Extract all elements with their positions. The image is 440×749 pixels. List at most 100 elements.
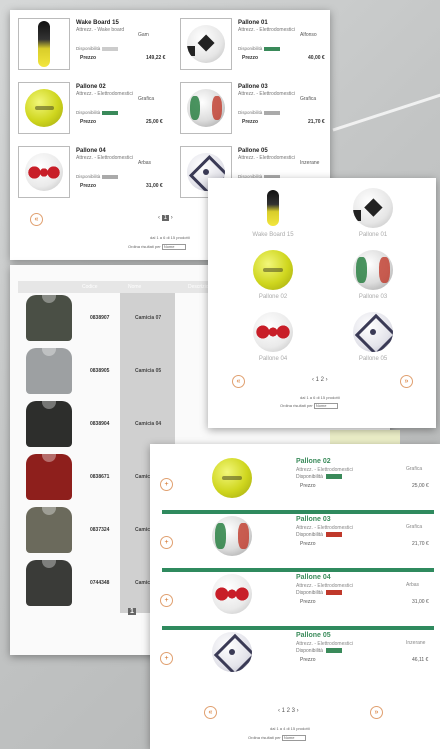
product-name[interactable]: Pallone 03 (238, 84, 268, 90)
product-name[interactable]: Pallone 02 (296, 458, 331, 465)
product-card[interactable]: Pallone 04 Attrezz. - Elettrodomestici Arb… (18, 146, 168, 200)
grid-item-label[interactable]: Pallone 05 (328, 356, 418, 362)
grid-item-image[interactable] (353, 250, 393, 290)
product-brand: Inzerane (406, 640, 426, 646)
product-name[interactable]: Camicia 04 (135, 421, 161, 427)
grid-item-image[interactable] (253, 188, 293, 228)
product-name[interactable]: Pallone 05 (238, 148, 268, 154)
grid-item[interactable]: Pallone 05 (328, 312, 418, 374)
availability-indicator (325, 474, 342, 480)
availability-label: Disponibilità (238, 46, 263, 51)
add-to-cart-button[interactable]: + (160, 478, 173, 491)
product-name[interactable]: Pallone 01 (238, 20, 268, 26)
price-value: 40,00 € (308, 55, 325, 61)
pager[interactable]: ‹ 1 2 3 › (278, 708, 299, 714)
price-label: Prezzo (242, 119, 259, 125)
ball-star-image (353, 312, 393, 352)
wakeboard-image (267, 190, 279, 226)
product-name[interactable]: Wake Board 15 (76, 20, 119, 26)
results-count: dal 1 a 6 di 15 prodotti (300, 395, 340, 400)
product-thumbnail[interactable] (18, 82, 70, 134)
grid-item-label[interactable]: Pallone 03 (328, 294, 418, 300)
shirt-table-pager[interactable]: 1 (128, 608, 136, 615)
add-to-cart-button[interactable]: + (160, 652, 173, 665)
ball-yellow-image (253, 250, 293, 290)
shirt-thumbnail[interactable] (26, 454, 72, 500)
product-category: Attrezz. - Elettrodomestici (296, 641, 353, 647)
grid-item[interactable]: Pallone 01 (328, 188, 418, 250)
product-thumbnail[interactable] (18, 18, 70, 70)
availability-row: Disponibilità (296, 648, 342, 654)
ball-yellow-image (253, 250, 293, 290)
grid-item-label[interactable]: Pallone 04 (228, 356, 318, 362)
shirt-thumbnail[interactable] (26, 295, 72, 341)
list-item: + Pallone 03 Attrezz. - Elettrodomestici Di… (150, 510, 440, 566)
price-label: Prezzo (242, 55, 259, 61)
prev-page-button[interactable]: « (204, 706, 217, 719)
price-value: 21,70 € (412, 541, 429, 547)
product-code: 0837324 (90, 527, 110, 533)
product-image[interactable] (212, 574, 252, 614)
availability-row: Disponibilità (296, 474, 342, 480)
availability-indicator (102, 46, 119, 51)
ball-red-image (212, 574, 252, 614)
prev-page-button[interactable]: « (30, 213, 43, 226)
grid-item-image[interactable] (353, 312, 393, 352)
product-category: Attrezz. - Elettrodomestici (238, 91, 295, 97)
grid-item-label[interactable]: Pallone 01 (328, 232, 418, 238)
shirt-thumbnail[interactable] (26, 348, 72, 394)
pager[interactable]: ‹ 1 2 › (312, 377, 328, 383)
grid-item[interactable]: Pallone 04 (228, 312, 318, 374)
shirt-thumbnail[interactable] (26, 560, 72, 606)
grid-item[interactable]: Pallone 03 (328, 250, 418, 312)
price-label: Prezzo (300, 657, 316, 663)
product-name[interactable]: Pallone 04 (296, 574, 331, 581)
sort-select[interactable]: Nome (281, 735, 306, 741)
availability-label: Disponibilità (296, 532, 323, 538)
product-image[interactable] (212, 516, 252, 556)
ball-red-image (253, 312, 293, 352)
pager-next[interactable]: › (171, 215, 173, 221)
product-name[interactable]: Pallone 04 (76, 148, 106, 154)
add-to-cart-button[interactable]: + (160, 536, 173, 549)
product-image[interactable] (212, 632, 252, 672)
sort-select[interactable]: Nome (161, 244, 186, 250)
product-name[interactable]: Camicia 05 (135, 368, 161, 374)
product-thumbnail[interactable] (180, 18, 232, 70)
product-card[interactable]: Pallone 01 Attrezz. - Elettrodomestici Alf… (180, 18, 330, 72)
grid-item[interactable]: Pallone 02 (228, 250, 318, 312)
product-thumbnail[interactable] (180, 82, 232, 134)
prev-page-button[interactable]: « (232, 375, 245, 388)
product-image[interactable] (212, 458, 252, 498)
grid-item-image[interactable] (353, 188, 393, 228)
product-brand: Arbas (406, 582, 420, 588)
pager-current[interactable]: 1 (128, 608, 136, 615)
grid-item-image[interactable] (253, 250, 293, 290)
list-item: + Pallone 05 Attrezz. - Elettrodomestici Di… (150, 626, 440, 682)
grid-item-image[interactable] (253, 312, 293, 352)
next-page-button[interactable]: » (370, 706, 383, 719)
product-name[interactable]: Pallone 03 (296, 516, 331, 523)
grid-item-label[interactable]: Pallone 02 (228, 294, 318, 300)
grid-item-label[interactable]: Wake Board 15 (228, 232, 318, 238)
product-name[interactable]: Pallone 02 (76, 84, 106, 90)
grid-item[interactable]: Wake Board 15 (228, 188, 318, 250)
product-name[interactable]: Pallone 05 (296, 632, 331, 639)
product-code: 0838907 (90, 315, 110, 321)
product-thumbnail[interactable] (18, 146, 70, 198)
pager-prev[interactable]: ‹ (158, 215, 160, 221)
shirt-thumbnail[interactable] (26, 507, 72, 553)
product-card[interactable]: Pallone 03 Attrezz. - Elettrodomestici Gra… (180, 82, 330, 136)
shirt-thumbnail[interactable] (26, 401, 72, 447)
pager[interactable]: ‹ 1 › (158, 215, 173, 221)
product-card[interactable]: Wake Board 15 Attrezz. - Wake board Gam Dis… (18, 18, 168, 72)
product-brand: Alfonso (300, 32, 317, 38)
next-page-button[interactable]: » (400, 375, 413, 388)
product-card[interactable]: Pallone 02 Attrezz. - Elettrodomestici Gra… (18, 82, 168, 136)
product-name[interactable]: Camicia 07 (135, 315, 161, 321)
pager-current[interactable]: 1 (161, 215, 170, 221)
add-to-cart-button[interactable]: + (160, 594, 173, 607)
ball-green-image (212, 516, 252, 556)
product-code: 0838904 (90, 421, 110, 427)
sort-select[interactable]: Nome (313, 403, 338, 409)
